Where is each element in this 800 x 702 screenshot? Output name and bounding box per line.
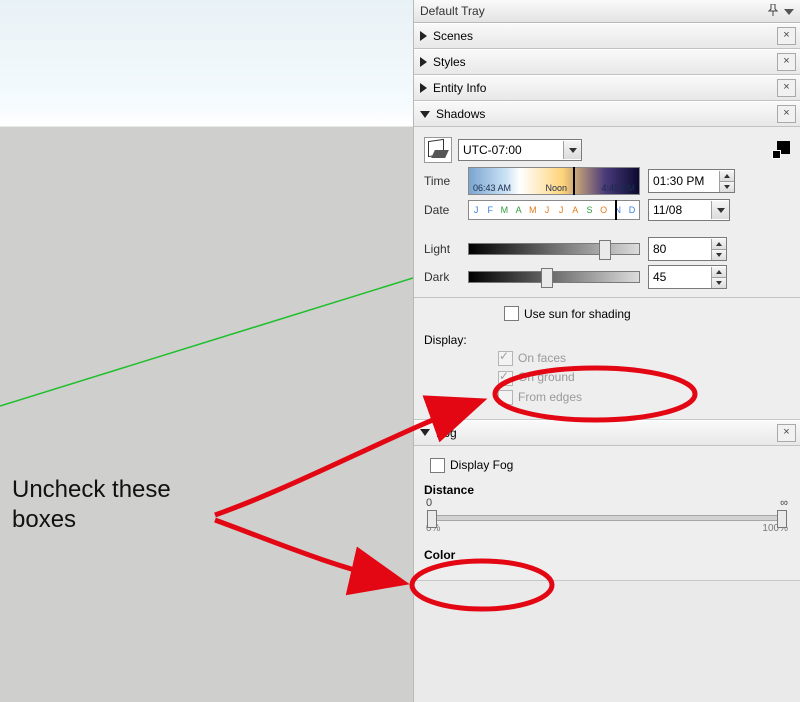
distance-slider[interactable] <box>428 515 786 521</box>
time-tick: 06:43 AM <box>473 183 511 193</box>
distance-max: ∞ <box>780 497 788 509</box>
time-tick: Noon <box>545 183 567 193</box>
fog-panel-header[interactable]: Fog <box>414 420 800 446</box>
on-ground-label: On ground <box>518 370 575 384</box>
fog-label: Fog <box>436 426 457 440</box>
dark-label: Dark <box>424 270 468 284</box>
shadow-toggle-icon[interactable] <box>424 137 452 163</box>
time-label: Time <box>424 174 468 188</box>
light-spinner[interactable] <box>648 237 727 261</box>
annotation-text: Uncheck these boxes <box>12 475 171 535</box>
pin-icon[interactable] <box>768 4 778 19</box>
collapse-icon <box>420 429 430 436</box>
display-fog-label: Display Fog <box>450 458 513 472</box>
dark-slider[interactable] <box>468 271 640 283</box>
spin-down[interactable] <box>712 249 726 260</box>
shadows-panel-header[interactable]: Shadows <box>414 101 800 127</box>
fog-panel-body: Display Fog Distance 0 ∞ 0% 100% Color <box>414 446 800 581</box>
distance-label: Distance <box>424 483 790 497</box>
shadows-label: Shadows <box>436 107 485 121</box>
scenes-label: Scenes <box>433 29 473 43</box>
tray-menu-icon[interactable] <box>784 4 794 18</box>
tray-title-text: Default Tray <box>420 4 485 18</box>
spin-down[interactable] <box>712 277 726 288</box>
styles-panel-header[interactable]: Styles <box>414 49 800 75</box>
expand-icon <box>420 57 427 67</box>
styles-label: Styles <box>433 55 466 69</box>
collapse-icon <box>420 111 430 118</box>
entity-info-label: Entity Info <box>433 81 486 95</box>
time-value[interactable] <box>649 171 719 191</box>
date-value[interactable] <box>649 201 711 219</box>
dropdown-button[interactable] <box>711 201 729 219</box>
close-icon[interactable] <box>777 105 796 123</box>
use-sun-label: Use sun for shading <box>524 307 631 321</box>
close-icon[interactable] <box>777 79 796 97</box>
distance-min: 0 <box>426 497 432 509</box>
on-faces-checkbox <box>498 351 513 366</box>
light-label: Light <box>424 242 468 256</box>
dropdown-button[interactable] <box>563 141 581 159</box>
entity-info-panel-header[interactable]: Entity Info <box>414 75 800 101</box>
time-slider[interactable]: 06:43 AM Noon 4:45 PM <box>468 167 640 195</box>
time-tick: 4:45 PM <box>601 183 635 193</box>
date-slider[interactable]: J F M A M J J A S O N D <box>468 200 640 220</box>
timezone-value[interactable] <box>459 141 563 159</box>
close-icon[interactable] <box>777 53 796 71</box>
dark-value[interactable] <box>649 267 711 287</box>
display-fog-checkbox[interactable] <box>430 458 445 473</box>
scenes-panel-header[interactable]: Scenes <box>414 23 800 49</box>
from-edges-label: From edges <box>518 390 582 404</box>
time-spinner[interactable] <box>648 169 735 193</box>
dark-spinner[interactable] <box>648 265 727 289</box>
spin-down[interactable] <box>720 181 734 192</box>
shadows-panel-body: Time 06:43 AM Noon 4:45 PM Date J F M <box>414 127 800 420</box>
spin-up[interactable] <box>712 267 726 277</box>
date-select[interactable] <box>648 199 730 221</box>
expand-icon <box>420 83 427 93</box>
sketchup-viewport: Uncheck these boxes <box>0 0 413 702</box>
from-edges-checkbox <box>498 390 513 405</box>
shadow-detail-toggle-icon[interactable] <box>772 141 790 159</box>
tray-titlebar[interactable]: Default Tray <box>414 0 800 23</box>
default-tray-panel: Default Tray Scenes Styles Entity Info S… <box>413 0 800 702</box>
timezone-select[interactable] <box>458 139 582 161</box>
spin-up[interactable] <box>712 239 726 249</box>
light-slider[interactable] <box>468 243 640 255</box>
use-sun-checkbox[interactable] <box>504 306 519 321</box>
date-label: Date <box>424 203 468 217</box>
spin-up[interactable] <box>720 171 734 181</box>
close-icon[interactable] <box>777 424 796 442</box>
color-label: Color <box>424 548 790 562</box>
on-ground-checkbox <box>498 371 513 386</box>
annotation-line2: boxes <box>12 506 76 533</box>
expand-icon <box>420 31 427 41</box>
annotation-line1: Uncheck these <box>12 476 171 503</box>
display-label: Display: <box>424 333 467 347</box>
light-value[interactable] <box>649 239 711 259</box>
close-icon[interactable] <box>777 27 796 45</box>
on-faces-label: On faces <box>518 351 566 365</box>
